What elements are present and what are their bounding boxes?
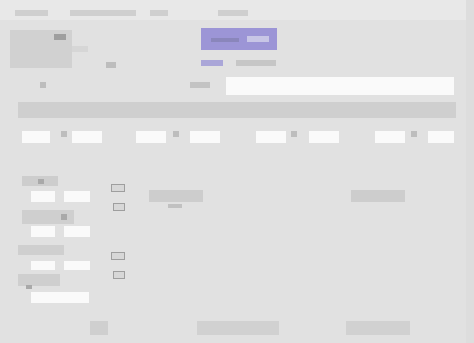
filter-value-4[interactable]	[428, 131, 454, 143]
footer-right-button[interactable]	[346, 321, 410, 335]
row-toggle-icon[interactable]	[113, 271, 125, 279]
toolbar-label	[190, 82, 210, 88]
filter-label-4	[375, 131, 405, 143]
header-selection-mark	[211, 38, 239, 42]
header-mid-label-left	[201, 60, 223, 66]
search-label	[40, 82, 46, 88]
filter-value-3[interactable]	[309, 131, 339, 143]
card-title	[351, 190, 405, 202]
left-field-1[interactable]	[31, 292, 89, 303]
header-left-sub	[72, 46, 88, 52]
left-field-1[interactable]	[31, 226, 55, 237]
menu-item-4[interactable]	[218, 10, 248, 16]
filter-value-1[interactable]	[72, 131, 102, 143]
card-sub	[168, 204, 182, 208]
filter-dot-2	[173, 131, 179, 137]
filter-dot-3	[291, 131, 297, 137]
header-left-caption	[106, 62, 116, 68]
footer-left-button[interactable]	[90, 321, 108, 335]
left-field-2[interactable]	[64, 226, 90, 237]
left-field-2[interactable]	[64, 191, 90, 202]
filter-label-1	[22, 131, 50, 143]
menu-item-3[interactable]	[150, 10, 168, 16]
section-bar	[18, 102, 456, 118]
filter-value-2[interactable]	[190, 131, 220, 143]
expander-dot-icon[interactable]	[38, 179, 44, 184]
row-toggle-icon[interactable]	[111, 252, 125, 260]
expander-dot-icon[interactable]	[26, 285, 32, 289]
menu-item-1[interactable]	[15, 10, 48, 16]
row-toggle-icon[interactable]	[111, 184, 125, 192]
left-section-title	[18, 274, 60, 286]
header-selection-mark	[247, 36, 269, 42]
left-field-2[interactable]	[64, 261, 90, 270]
left-field-1[interactable]	[31, 261, 55, 270]
header-left-title	[54, 34, 66, 40]
left-section-title	[18, 245, 64, 255]
scrollbar[interactable]	[466, 0, 474, 343]
card-title	[149, 190, 203, 202]
filter-dot-4	[411, 131, 417, 137]
header-mid-label-right	[236, 60, 276, 66]
header-selection[interactable]	[201, 28, 277, 50]
filter-dot-1	[61, 131, 67, 137]
left-field-1[interactable]	[31, 191, 55, 202]
menu-item-2[interactable]	[70, 10, 136, 16]
expander-dot-icon[interactable]	[61, 214, 67, 220]
footer-center-button[interactable]	[197, 321, 279, 335]
filter-label-3	[256, 131, 286, 143]
row-toggle-icon[interactable]	[113, 203, 125, 211]
search-input[interactable]	[226, 77, 454, 95]
filter-label-2	[136, 131, 166, 143]
